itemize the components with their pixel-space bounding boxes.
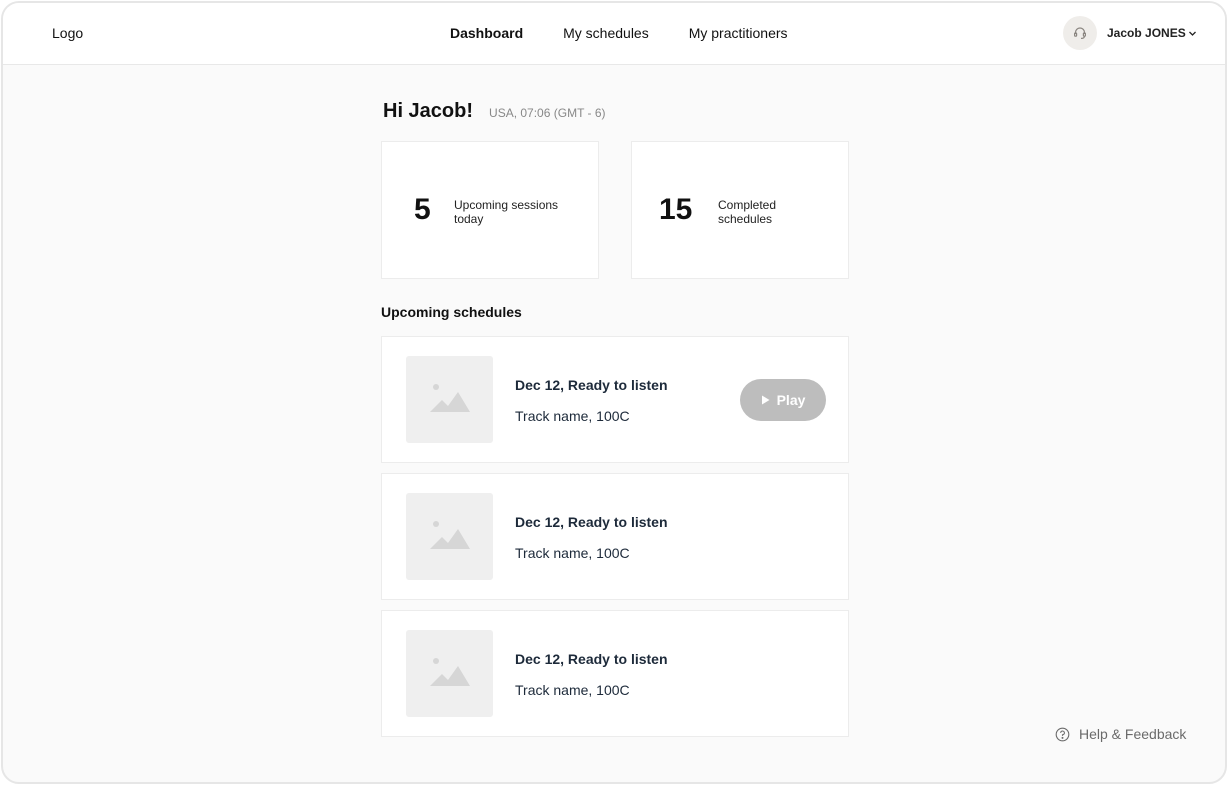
schedule-track: Track name, 100C bbox=[515, 408, 630, 424]
schedule-card[interactable]: Dec 12, Ready to listen Track name, 100C bbox=[381, 610, 849, 737]
play-icon bbox=[761, 392, 770, 408]
schedule-card[interactable]: Dec 12, Ready to listen Track name, 100C… bbox=[381, 336, 849, 463]
local-time: USA, 07:06 (GMT - 6) bbox=[489, 106, 606, 120]
stat-label: Upcoming sessions today bbox=[454, 198, 559, 226]
main-nav: Dashboard My schedules My practitioners bbox=[450, 25, 788, 41]
upcoming-schedules-heading: Upcoming schedules bbox=[381, 304, 522, 320]
stat-card-completed-schedules: 15 Completed schedules bbox=[631, 141, 849, 279]
logo[interactable]: Logo bbox=[52, 25, 83, 41]
schedule-title: Dec 12, Ready to listen bbox=[515, 377, 668, 393]
image-placeholder-icon bbox=[406, 630, 493, 717]
nav-my-schedules[interactable]: My schedules bbox=[563, 25, 649, 41]
nav-my-practitioners[interactable]: My practitioners bbox=[689, 25, 788, 41]
help-feedback-link[interactable]: Help & Feedback bbox=[1055, 726, 1186, 742]
schedule-title: Dec 12, Ready to listen bbox=[515, 514, 668, 530]
schedule-track: Track name, 100C bbox=[515, 682, 630, 698]
stat-value: 15 bbox=[659, 193, 693, 226]
headset-icon bbox=[1073, 26, 1087, 40]
top-bar: Logo Dashboard My schedules My practitio… bbox=[3, 3, 1225, 65]
chevron-down-icon bbox=[1188, 29, 1197, 38]
nav-dashboard[interactable]: Dashboard bbox=[450, 25, 523, 41]
greeting-title: Hi Jacob! bbox=[383, 100, 474, 122]
help-feedback-label: Help & Feedback bbox=[1079, 726, 1187, 742]
schedule-title: Dec 12, Ready to listen bbox=[515, 651, 668, 667]
support-button[interactable] bbox=[1063, 16, 1097, 50]
greeting-row: Hi Jacob! USA, 07:06 (GMT - 6) bbox=[383, 100, 606, 123]
play-button[interactable]: Play bbox=[740, 379, 826, 421]
stat-card-upcoming-sessions: 5 Upcoming sessions today bbox=[381, 141, 599, 279]
play-label: Play bbox=[776, 392, 806, 408]
user-menu[interactable]: Jacob JONES bbox=[1107, 26, 1197, 40]
image-placeholder-icon bbox=[406, 493, 493, 580]
question-circle-icon bbox=[1055, 727, 1070, 742]
stat-value: 5 bbox=[414, 193, 431, 226]
schedule-track: Track name, 100C bbox=[515, 545, 630, 561]
user-name: Jacob JONES bbox=[1107, 26, 1186, 40]
image-placeholder-icon bbox=[406, 356, 493, 443]
app-window: Logo Dashboard My schedules My practitio… bbox=[1, 1, 1227, 784]
schedule-card[interactable]: Dec 12, Ready to listen Track name, 100C bbox=[381, 473, 849, 600]
stat-label: Completed schedules bbox=[718, 198, 777, 226]
